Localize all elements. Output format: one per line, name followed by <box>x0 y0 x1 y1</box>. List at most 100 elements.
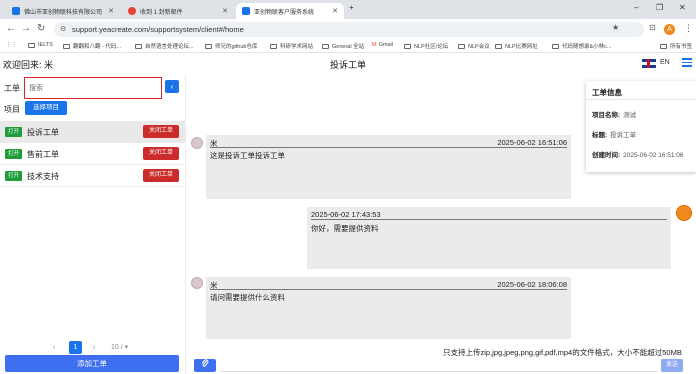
gmail-icon: M <box>372 42 377 48</box>
tab-title: 亚创物联客户服务系统 <box>254 9 315 16</box>
message-composer: 发送 <box>187 357 696 374</box>
collapse-sidebar-button[interactable]: ‹ <box>165 80 179 93</box>
ticket-name: 售前工单 <box>27 150 59 159</box>
browser-tab-1[interactable]: 佛山市亚创物联科技有限公司 ✕ <box>6 3 120 19</box>
ticket-item[interactable]: 打开 投诉工单 关闭工单 <box>0 121 185 143</box>
status-badge: 打开 <box>5 127 23 137</box>
message-bubble: 米 2025-06-02 16:51:06 这是投诉工单投诉工单 <box>206 135 571 199</box>
bookmark-item[interactable]: NLP比赛网址 <box>495 42 538 50</box>
close-tab-icon[interactable]: ✕ <box>108 7 114 15</box>
next-page-icon[interactable]: › <box>93 341 95 355</box>
close-tab-icon[interactable]: ✕ <box>222 7 228 15</box>
bookmark-item[interactable]: 代码随想录&小林c... <box>552 42 612 50</box>
close-ticket-button[interactable]: 关闭工单 <box>143 169 179 182</box>
hamburger-menu-icon[interactable] <box>682 58 692 69</box>
uk-flag-icon[interactable] <box>642 59 656 68</box>
message-input[interactable] <box>220 359 657 372</box>
back-icon[interactable]: ← <box>6 23 16 34</box>
info-project-row: 项目名称: 测试 <box>592 112 637 119</box>
bookmark-item[interactable]: IELTS <box>28 42 53 48</box>
select-project-button[interactable]: 选择项目 <box>25 101 67 115</box>
send-button[interactable]: 发送 <box>661 359 683 372</box>
reload-icon[interactable]: ↻ <box>37 23 45 34</box>
folder-icon <box>322 43 329 49</box>
page-size-select[interactable]: 10 / ▾ <box>111 341 128 355</box>
all-bookmarks[interactable]: 所有书签 <box>660 42 692 50</box>
prev-page-icon[interactable]: ‹ <box>53 341 55 355</box>
folder-icon <box>135 43 142 49</box>
info-created-row: 创建时间: 2025-06-02 16:51:06 <box>592 152 684 159</box>
info-title-row: 标题: 投诉工单 <box>592 132 637 139</box>
maximize-window-icon[interactable]: ❐ <box>656 3 663 12</box>
close-tab-icon[interactable]: ✕ <box>332 7 338 15</box>
folder-icon <box>458 43 465 49</box>
new-tab-button[interactable]: + <box>349 3 354 12</box>
apps-grid-icon[interactable]: ⋮⋮ <box>6 42 17 48</box>
attach-file-button[interactable] <box>194 359 216 372</box>
page-1-button[interactable]: 1 <box>69 341 82 354</box>
ticket-item[interactable]: 打开 售前工单 关闭工单 <box>0 143 185 165</box>
language-switch[interactable]: EN <box>660 59 670 66</box>
divider <box>210 147 567 148</box>
bookmark-item[interactable]: 科研学术网站 <box>270 42 313 50</box>
ticket-info-panel: 工单信息 项目名称: 测试 标题: 投诉工单 创建时间: 2025-06-02 16:… <box>586 81 696 172</box>
user-avatar <box>191 137 203 149</box>
ticket-sidebar: 工单 ‹ 项目 选择项目 打开 投诉工单 关闭工单 打开 售前工单 关闭工单 打… <box>0 74 186 374</box>
close-window-icon[interactable]: ✕ <box>679 3 686 12</box>
bookmark-item[interactable]: 翻翻和八翻 - 代码... <box>63 42 121 50</box>
ticket-name: 投诉工单 <box>27 128 59 137</box>
folder-icon <box>205 43 212 49</box>
folder-icon <box>63 43 70 49</box>
message-time: 2025-06-02 16:51:06 <box>497 138 567 147</box>
add-ticket-button[interactable]: 添加工单 <box>5 355 179 372</box>
divider <box>586 99 696 100</box>
site-favicon-icon <box>242 7 250 15</box>
message-bubble: 2025-06-02 17:43:53 你好，需要提供资料 <box>307 207 671 269</box>
profile-avatar[interactable]: A <box>664 24 675 35</box>
bookmark-item[interactable]: NLP会议 <box>458 42 490 50</box>
folder-icon <box>552 43 559 49</box>
agent-avatar <box>676 205 692 221</box>
close-ticket-button[interactable]: 关闭工单 <box>143 125 179 138</box>
folder-icon <box>495 43 502 49</box>
bookmark-item[interactable]: NLP社区/论坛 <box>404 42 448 50</box>
forward-icon[interactable]: → <box>21 23 31 34</box>
browser-tab-2[interactable]: 收到 1 封新邮件 ✕ <box>122 3 234 19</box>
page-title: 投诉工单 <box>329 60 366 70</box>
message-text: 这是投诉工单投诉工单 <box>210 151 285 160</box>
message-bubble: 米 2025-06-02 18:06:08 请问需要提供什么资料 <box>206 277 571 339</box>
ticket-name: 技术支持 <box>27 172 59 181</box>
folder-icon <box>660 43 667 49</box>
ticket-search-input[interactable] <box>24 77 162 99</box>
bookmark-item[interactable]: 自然语言处理论坛... <box>135 42 194 50</box>
bookmark-gmail[interactable]: M Gmail <box>372 42 393 48</box>
browser-tab-3[interactable]: 亚创物联客户服务系统 ✕ <box>236 3 344 19</box>
bookmark-item[interactable]: 师兄的github仓库 <box>205 42 258 50</box>
info-title: 工单信息 <box>592 88 622 97</box>
pagination: ‹ 1 › 10 / ▾ <box>0 341 186 355</box>
close-ticket-button[interactable]: 关闭工单 <box>143 147 179 160</box>
message-time: 2025-06-02 18:06:08 <box>497 280 567 289</box>
folder-icon <box>270 43 277 49</box>
project-label: 项目 <box>4 105 20 114</box>
bookmarks-bar: ⋮⋮ IELTS 翻翻和八翻 - 代码... 自然语言处理论坛... 师兄的gi… <box>0 40 696 53</box>
url-text: support.yeacreate.com/supportsystem/clie… <box>72 25 244 34</box>
site-info-icon[interactable]: ⚙ <box>60 22 66 37</box>
address-bar[interactable]: ⚙ support.yeacreate.com/supportsystem/cl… <box>54 22 644 37</box>
ticket-label: 工单 <box>4 84 20 93</box>
folder-icon <box>28 42 35 48</box>
browser-menu-icon[interactable]: ⋮ <box>684 23 693 34</box>
ticket-item[interactable]: 打开 技术支持 关闭工单 <box>0 165 185 187</box>
star-bookmark-icon[interactable]: ★ <box>612 23 619 32</box>
browser-tab-strip: 佛山市亚创物联科技有限公司 ✕ 收到 1 封新邮件 ✕ 亚创物联客户服务系统 ✕… <box>0 0 696 19</box>
status-badge: 打开 <box>5 149 23 159</box>
ticket-list: 打开 投诉工单 关闭工单 打开 售前工单 关闭工单 打开 技术支持 关闭工单 <box>0 121 185 187</box>
extensions-icon[interactable]: ⊡ <box>649 23 656 32</box>
paperclip-icon <box>201 359 209 367</box>
divider <box>311 219 667 220</box>
app-header: 投诉工单 欢迎回来: 米 EN <box>0 53 696 74</box>
address-toolbar: ← → ↻ ⚙ support.yeacreate.com/supportsys… <box>0 19 696 40</box>
message-time: 2025-06-02 17:43:53 <box>311 210 381 219</box>
minimize-window-icon[interactable]: – <box>634 3 638 12</box>
bookmark-item[interactable]: General 全站 <box>322 42 364 50</box>
